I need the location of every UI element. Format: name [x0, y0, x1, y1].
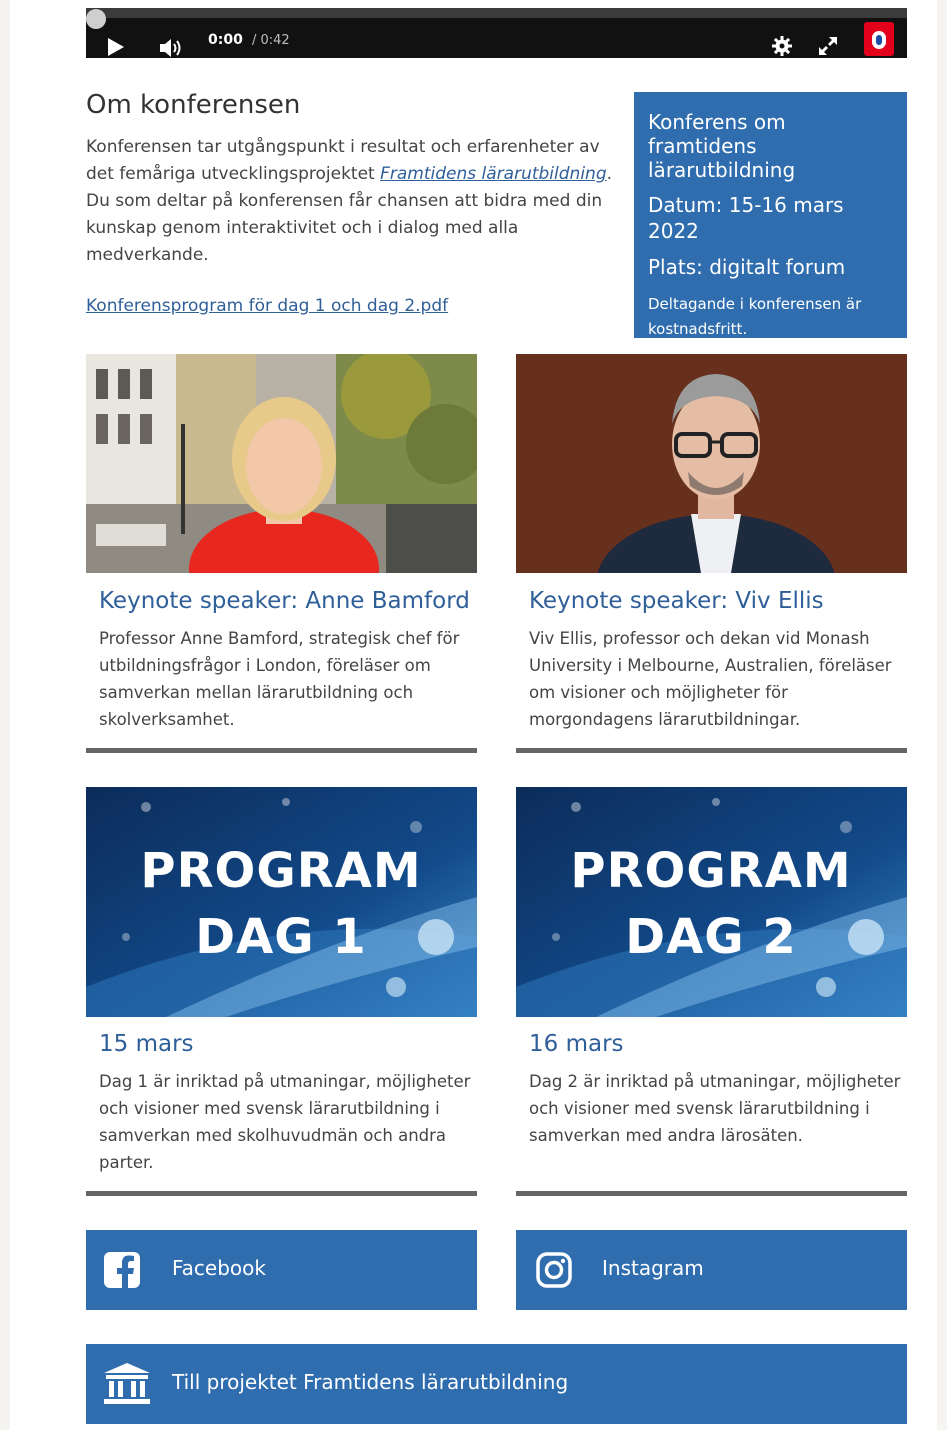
program-banner-day1-line1: PROGRAM: [140, 843, 421, 899]
brand-logo-core: [876, 35, 882, 45]
project-button-label: Till projektet Framtidens lärarutbildnin…: [172, 1370, 569, 1394]
program-card-day2[interactable]: PROGRAM DAG 2 16 mars Dag 2 är inriktad …: [516, 787, 907, 1196]
project-link[interactable]: Framtidens lärarutbildning: [380, 164, 607, 184]
play-icon[interactable]: [108, 38, 124, 56]
speaker-title-ellis[interactable]: Keynote speaker: Viv Ellis: [529, 588, 824, 614]
info-place: Plats: digitalt forum: [648, 255, 846, 279]
speaker-photo-ellis: [516, 354, 907, 573]
player-brand-logo[interactable]: [864, 22, 894, 56]
program-date-day1[interactable]: 15 mars: [99, 1031, 194, 1057]
instagram-button[interactable]: Instagram: [516, 1230, 907, 1310]
facebook-label: Facebook: [172, 1256, 266, 1280]
speaker-title-bamford[interactable]: Keynote speaker: Anne Bamford: [99, 588, 470, 614]
speaker-body-ellis: Viv Ellis, professor och dekan vid Monas…: [529, 629, 892, 729]
video-progress-bar[interactable]: [86, 8, 907, 18]
volume-icon[interactable]: [160, 38, 184, 58]
instagram-label: Instagram: [602, 1256, 704, 1280]
speaker-body-bamford: Professor Anne Bamford, strategisk chef …: [99, 629, 460, 729]
program-body-day1: Dag 1 är inriktad på utmaningar, möjligh…: [99, 1072, 471, 1172]
program-banner-day1: PROGRAM DAG 1: [86, 787, 477, 1017]
about-text: Konferensen tar utgångspunkt i resultat …: [86, 134, 626, 269]
facebook-button[interactable]: Facebook: [86, 1230, 477, 1310]
info-date: Datum: 15-16 mars 2022: [648, 193, 844, 243]
speaker-card-bamford[interactable]: Keynote speaker: Anne Bamford Professor …: [86, 354, 477, 753]
program-pdf-link[interactable]: Konferensprogram för dag 1 och dag 2.pdf: [86, 296, 448, 316]
project-button[interactable]: Till projektet Framtidens lärarutbildnin…: [86, 1344, 907, 1424]
program-banner-day1-line2: DAG 1: [195, 909, 367, 965]
video-scrubber-handle[interactable]: [86, 9, 106, 29]
page: 0:00 / 0:42 Om konferensen Konferensen t…: [0, 0, 947, 1430]
program-banner-day2-line1: PROGRAM: [570, 843, 851, 899]
program-card-day1[interactable]: PROGRAM DAG 1 15 mars Dag 1 är inriktad …: [86, 787, 477, 1196]
program-date-day2[interactable]: 16 mars: [529, 1031, 624, 1057]
fullscreen-icon[interactable]: [818, 36, 838, 56]
video-player[interactable]: 0:00 / 0:42: [86, 8, 907, 58]
instagram-icon: [536, 1252, 572, 1288]
facebook-icon: [104, 1252, 140, 1288]
program-banner-day2-line2: DAG 2: [625, 909, 797, 965]
video-duration: / 0:42: [252, 33, 290, 48]
program-body-day2: Dag 2 är inriktad på utmaningar, möjligh…: [529, 1072, 901, 1145]
institution-icon: [104, 1363, 150, 1404]
conference-info-box: Konferens om framtidens lärarutbildning …: [634, 92, 907, 338]
info-title: Konferens om framtidens lärarutbildning: [648, 110, 796, 182]
info-note: Deltagande i konferensen är kostnadsfrit…: [648, 295, 862, 338]
gear-icon[interactable]: [772, 36, 792, 56]
speaker-photo-bamford: [86, 354, 477, 573]
about-heading: Om konferensen: [86, 90, 301, 120]
speaker-card-ellis[interactable]: Keynote speaker: Viv Ellis Viv Ellis, pr…: [516, 354, 907, 753]
program-banner-day2: PROGRAM DAG 2: [516, 787, 907, 1017]
video-current-time: 0:00: [208, 32, 243, 48]
